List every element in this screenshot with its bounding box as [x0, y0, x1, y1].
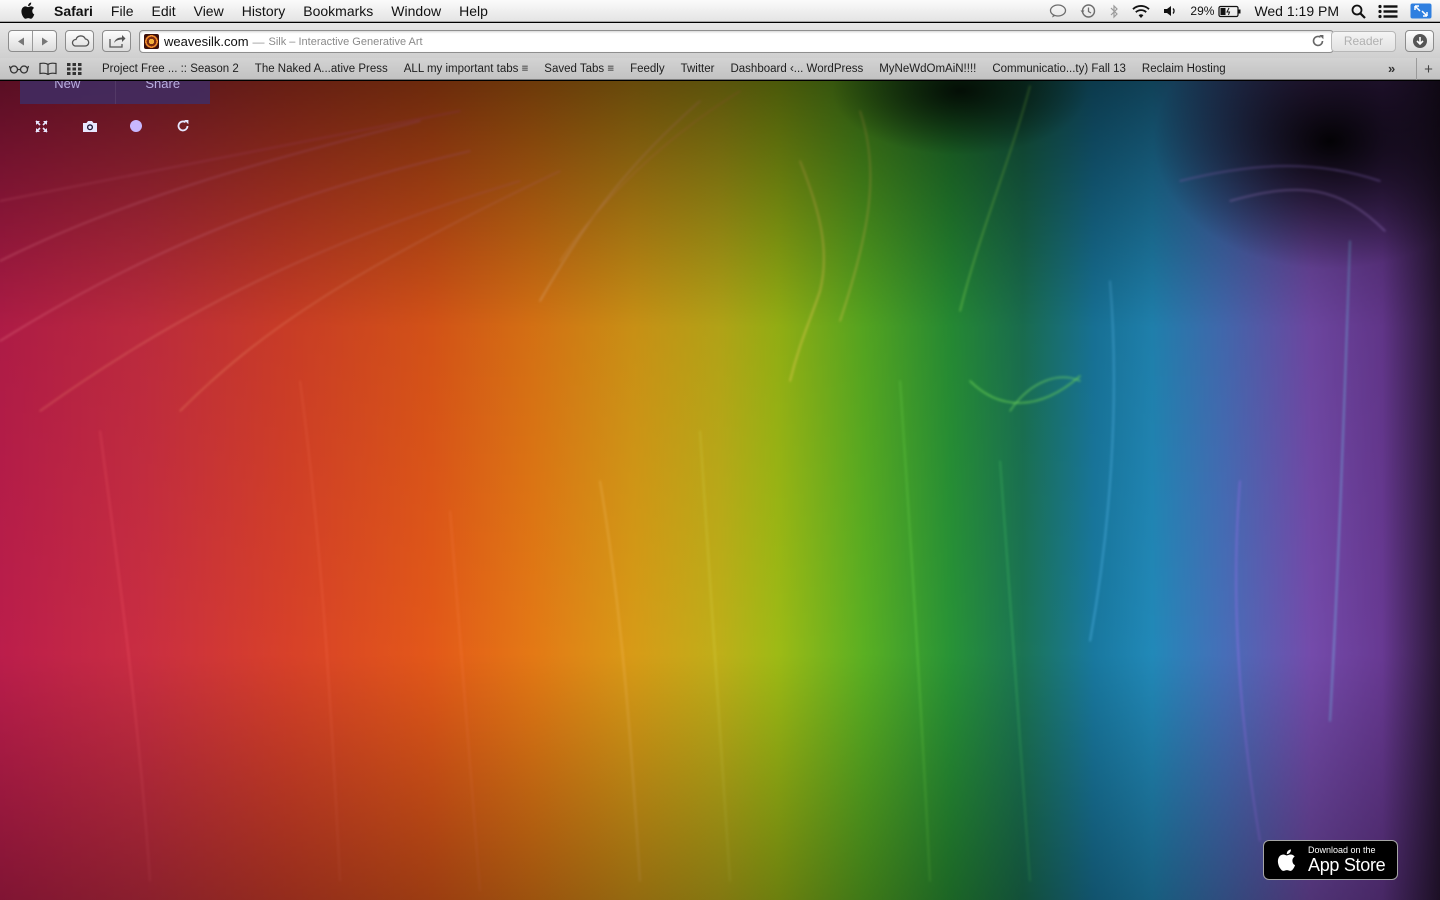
- bookmark-project-free[interactable]: Project Free ... :: Season 2: [102, 63, 239, 75]
- menu-bar: Safari File Edit View History Bookmarks …: [0, 0, 1440, 22]
- wifi-icon[interactable]: [1131, 0, 1151, 22]
- menu-file[interactable]: File: [102, 0, 143, 22]
- color-dot-icon[interactable]: [127, 117, 174, 135]
- bookmark-dashboard-wordpress[interactable]: Dashboard ‹... WordPress: [730, 63, 863, 75]
- camera-icon[interactable]: [80, 117, 127, 135]
- menu-history[interactable]: History: [233, 0, 295, 22]
- reload-icon[interactable]: [1311, 34, 1325, 51]
- menu-help[interactable]: Help: [450, 0, 497, 22]
- address-bar[interactable]: weavesilk.com — Silk – Interactive Gener…: [139, 30, 1334, 53]
- app-store-text: Download on the App Store: [1308, 845, 1386, 875]
- time-machine-icon[interactable]: [1079, 0, 1097, 22]
- bookmarks-bar-tools: [9, 62, 95, 75]
- spotlight-search-icon[interactable]: [1351, 0, 1366, 22]
- bookmark-reclaim-hosting[interactable]: Reclaim Hosting: [1142, 63, 1226, 75]
- messages-bubble-icon[interactable]: [1049, 0, 1067, 22]
- menu-bookmarks[interactable]: Bookmarks: [294, 0, 382, 22]
- app-store-badge[interactable]: Download on the App Store: [1263, 840, 1398, 880]
- bookmarks-book-icon[interactable]: [39, 62, 57, 75]
- reader-button[interactable]: Reader: [1331, 31, 1396, 52]
- download-icon: [1412, 34, 1427, 48]
- menu-bar-status-area: 29% Wed 1:19 PM: [1037, 0, 1440, 22]
- bookmark-twitter[interactable]: Twitter: [681, 63, 715, 75]
- menu-view[interactable]: View: [185, 0, 233, 22]
- exit-fullscreen-icon[interactable]: [1410, 0, 1432, 22]
- new-tab-button[interactable]: +: [1416, 58, 1440, 80]
- safari-toolbar: weavesilk.com — Silk – Interactive Gener…: [0, 23, 1440, 58]
- url-domain: weavesilk.com: [164, 34, 249, 49]
- menu-window[interactable]: Window: [382, 0, 450, 22]
- forward-button[interactable]: [32, 31, 56, 51]
- reading-list-icon[interactable]: [9, 64, 29, 74]
- back-forward-buttons: [8, 30, 57, 52]
- apple-menu-icon[interactable]: [0, 0, 54, 22]
- share-drawing-button[interactable]: Share: [114, 81, 210, 104]
- undo-refresh-icon[interactable]: [174, 117, 221, 135]
- bookmark-naked-press[interactable]: The Naked A...ative Press: [255, 63, 388, 75]
- app-store-big-text: App Store: [1308, 855, 1386, 875]
- bookmark-communication[interactable]: Communicatio...ty) Fall 13: [992, 63, 1126, 75]
- battery-icon[interactable]: [1218, 0, 1242, 22]
- bookmarks-bar: Project Free ... :: Season 2 The Naked A…: [0, 58, 1440, 80]
- canvas-shading: [0, 81, 1440, 900]
- volume-icon[interactable]: [1163, 0, 1178, 22]
- menu-safari[interactable]: Safari: [54, 0, 102, 22]
- page-title: Silk – Interactive Generative Art: [268, 35, 423, 48]
- battery-percent[interactable]: 29%: [1190, 4, 1214, 18]
- menu-edit[interactable]: Edit: [142, 0, 184, 22]
- app-store-small-text: Download on the: [1308, 845, 1376, 855]
- bookmark-folder-saved-tabs[interactable]: Saved Tabs ≡: [544, 63, 614, 75]
- top-sites-grid-icon[interactable]: [67, 62, 82, 75]
- bookmarks-overflow-chevron-icon[interactable]: »: [1388, 61, 1395, 76]
- menu-bar-clock[interactable]: Wed 1:19 PM: [1254, 3, 1339, 19]
- apple-logo-icon: [1270, 848, 1302, 872]
- share-icon: [108, 35, 125, 48]
- bookmark-feedly[interactable]: Feedly: [630, 63, 665, 75]
- site-favicon-icon: [144, 34, 159, 49]
- notification-center-icon[interactable]: [1378, 0, 1398, 22]
- bookmark-folder-important-tabs[interactable]: ALL my important tabs ≡: [404, 63, 529, 75]
- cloud-icon: [71, 35, 89, 47]
- fullscreen-icon[interactable]: [33, 117, 80, 135]
- url-separator: —: [252, 34, 265, 49]
- new-button[interactable]: New: [20, 81, 115, 104]
- icloud-tabs-button[interactable]: [65, 30, 94, 52]
- bookmark-mynewdomain[interactable]: MyNeWdOmAiN!!!!: [879, 63, 976, 75]
- bluetooth-icon[interactable]: [1109, 0, 1119, 22]
- silk-tool-row: [33, 117, 221, 135]
- share-button[interactable]: [102, 30, 131, 52]
- back-button[interactable]: [9, 31, 32, 51]
- silk-canvas[interactable]: New Share Download on the App Store: [0, 81, 1440, 900]
- silk-top-controls: New Share: [20, 81, 210, 104]
- downloads-button[interactable]: [1405, 30, 1434, 52]
